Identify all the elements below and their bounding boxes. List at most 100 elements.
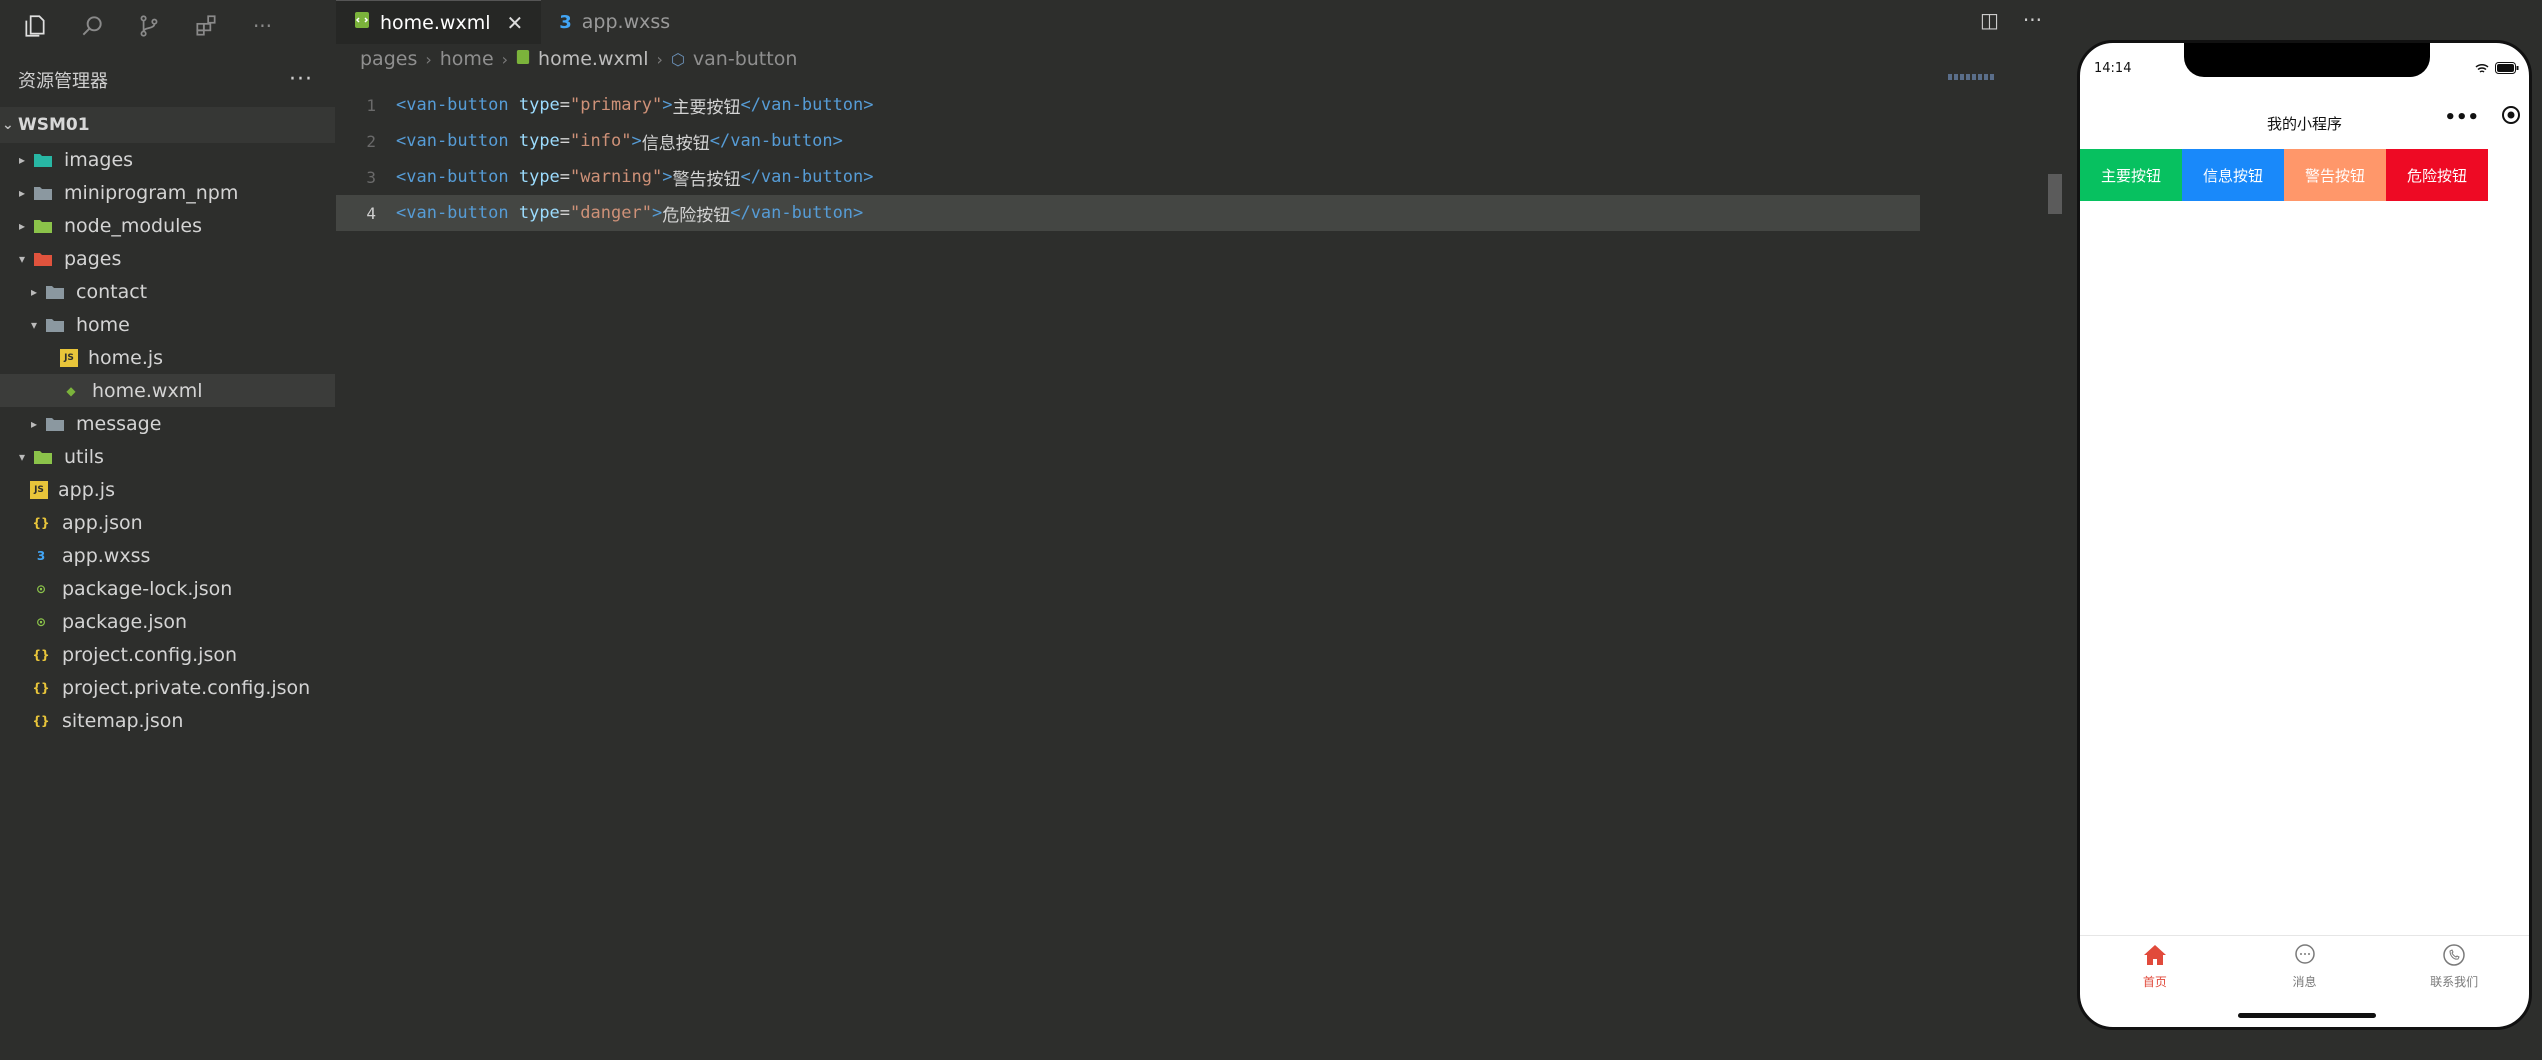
code-token: </van-button> (709, 131, 843, 151)
button-row: 主要按钮 信息按钮 警告按钮 危险按钮 (2080, 149, 2488, 201)
van-button[interactable]: 危险按钮 (2386, 149, 2488, 201)
code-quote: " (651, 95, 663, 115)
more-icon[interactable]: ··· (234, 0, 291, 52)
folder-open-icon (44, 315, 66, 335)
editor-scrollbar[interactable] (2048, 174, 2062, 214)
folder-icon (32, 183, 54, 203)
chevron-down-icon[interactable]: ▾ (12, 252, 32, 266)
code-token: <van-button (396, 95, 509, 115)
code-token: = (559, 203, 571, 223)
chevron-down-icon: ⌄ (2, 117, 14, 133)
tree-item[interactable]: 3 app.wxss (0, 539, 335, 572)
tree-item[interactable]: {} sitemap.json (0, 704, 335, 737)
more-icon[interactable]: ••• (2444, 107, 2479, 128)
chevron-right-icon[interactable]: ▸ (12, 153, 32, 167)
project-root[interactable]: ⌄ WSM01 (0, 107, 335, 143)
tree-item[interactable]: ▸ message (0, 407, 335, 440)
message-icon (2293, 944, 2317, 969)
code-line[interactable]: 3 <van-button type = " warning " > 警告按钮 </van-bu… (336, 159, 1920, 195)
code-token: > (662, 95, 673, 115)
wxml-file-icon (516, 48, 530, 70)
chevron-right-icon[interactable]: ▸ (24, 285, 44, 299)
chevron-right-icon[interactable]: ▸ (12, 219, 32, 233)
home-icon (2143, 944, 2167, 969)
explorer-sidebar: 资源管理器 ··· ⌄ WSM01 ▸ images ▸ miniprogram_np… (0, 52, 335, 1060)
tabbar-message[interactable]: 消息 (2230, 936, 2380, 1005)
tree-item[interactable]: {} project.private.config.json (0, 671, 335, 704)
van-button[interactable]: 信息按钮 (2182, 149, 2284, 201)
tree-item[interactable]: ▸ miniprogram_npm (0, 176, 335, 209)
source-control-icon[interactable] (120, 0, 177, 52)
tree-item-label: contact (76, 280, 148, 303)
chevron-down-icon[interactable]: ▾ (12, 450, 32, 464)
close-icon[interactable]: ✕ (506, 11, 523, 35)
tree-item[interactable]: ▸ images (0, 143, 335, 176)
line-number: 3 (366, 167, 376, 187)
tabbar-label: 消息 (2292, 975, 2317, 989)
code-token: type (518, 203, 560, 223)
chevron-right-icon: › (501, 49, 509, 69)
tree-item-label: app.wxss (62, 544, 151, 567)
more-actions-icon[interactable]: ··· (2023, 8, 2042, 32)
tab-label: home.wxml (380, 11, 491, 34)
activity-bar: ··· (0, 0, 335, 52)
tree-item[interactable]: ▾ pages (0, 242, 335, 275)
tree-item[interactable]: ▾ home (0, 308, 335, 341)
status-time: 14:14 (2094, 61, 2132, 76)
tree-item-label: utils (64, 445, 104, 468)
breadcrumb-item[interactable]: home (440, 48, 494, 70)
code-token: type (518, 95, 560, 115)
code-line[interactable]: 4 <van-button type = " danger " > 危险按钮 </van-but… (336, 195, 1920, 231)
extensions-icon[interactable] (177, 0, 234, 52)
wifi-icon (2475, 59, 2489, 78)
chevron-right-icon[interactable]: ▸ (12, 186, 32, 200)
explorer-more-button[interactable]: ··· (289, 67, 313, 92)
search-icon[interactable] (63, 0, 120, 52)
tree-item-label: package.json (62, 610, 188, 633)
tabbar-contact[interactable]: 联系我们 (2379, 936, 2529, 1005)
tree-item[interactable]: ⊙ package-lock.json (0, 572, 335, 605)
tree-item-label: package-lock.json (62, 577, 233, 600)
code-line[interactable]: 1 <van-button type = " primary " > 主要按钮 </van-bu… (336, 87, 1920, 123)
tree-item[interactable]: ⊙ package.json (0, 605, 335, 638)
tabbar-home[interactable]: 首页 (2080, 936, 2230, 1005)
file-tree: ▸ images ▸ miniprogram_npm ▸ node_modules ▾ pag… (0, 143, 335, 737)
code-line[interactable]: 2 <van-button type = " info " > 信息按钮 </van-butto… (336, 123, 1920, 159)
npm-file-icon: ⊙ (35, 581, 47, 596)
minimap[interactable] (1948, 74, 1994, 80)
tree-item-label: project.config.json (62, 643, 238, 666)
tree-item[interactable]: {} project.config.json (0, 638, 335, 671)
breadcrumb-item[interactable]: home.wxml (538, 48, 648, 70)
van-button[interactable]: 警告按钮 (2284, 149, 2386, 201)
tree-item[interactable]: ▸ node_modules (0, 209, 335, 242)
tree-item[interactable]: {} app.json (0, 506, 335, 539)
close-mini-program-icon[interactable] (2501, 105, 2521, 129)
code-editor[interactable]: pages › home › home.wxml › ⬡ van-button … (336, 44, 2062, 1060)
tree-item[interactable]: ▸ contact (0, 275, 335, 308)
breadcrumb-item[interactable]: pages (360, 48, 417, 70)
code-quote: " (570, 131, 581, 151)
van-button[interactable]: 主要按钮 (2080, 149, 2182, 201)
code-token: = (559, 131, 571, 151)
chevron-right-icon[interactable]: ▸ (24, 417, 44, 431)
breadcrumb-item[interactable]: van-button (693, 48, 797, 70)
tree-item[interactable]: JS home.js (0, 341, 335, 374)
chevron-down-icon[interactable]: ▾ (24, 318, 44, 332)
json-file-icon: {} (32, 647, 50, 662)
explorer-icon[interactable] (6, 0, 63, 52)
explorer-title: 资源管理器 (18, 70, 108, 92)
split-editor-icon[interactable]: ◫ (1980, 8, 1999, 32)
tab-app-wxss[interactable]: 3 app.wxss (541, 0, 688, 44)
tree-item[interactable]: JS app.js (0, 473, 335, 506)
editor-actions: ◫ ··· (1980, 8, 2042, 32)
tree-item-label: sitemap.json (62, 709, 184, 732)
tab-label: app.wxss (581, 11, 671, 33)
tree-item[interactable]: ◆ home.wxml (0, 374, 335, 407)
tree-item[interactable]: ▾ utils (0, 440, 335, 473)
line-number: 2 (366, 131, 376, 151)
tab-home-wxml[interactable]: home.wxml ✕ (336, 0, 542, 44)
